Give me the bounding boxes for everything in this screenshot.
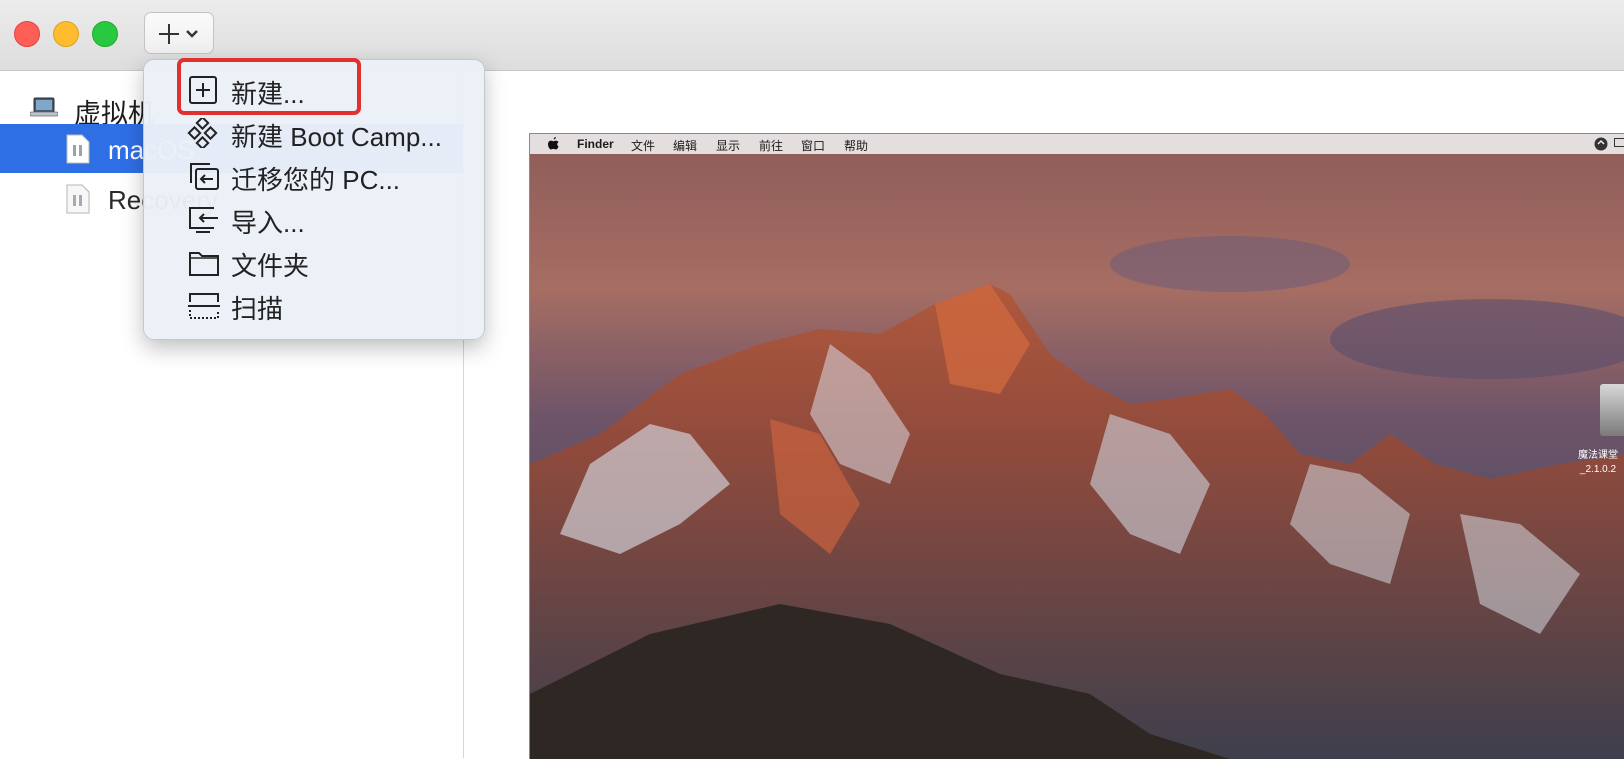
guest-menu-window[interactable]: 窗口 bbox=[801, 137, 825, 154]
desktop-file-label-line2: _2.1.0.2 bbox=[1578, 463, 1618, 477]
desktop-file-label: 魔法课堂 _2.1.0.2 bbox=[1578, 449, 1618, 477]
desktop-file-label-line1: 魔法课堂 bbox=[1578, 449, 1618, 463]
bootcamp-diamond-icon bbox=[187, 118, 221, 148]
menu-item-label: 扫描 bbox=[231, 289, 283, 326]
menu-item-import[interactable]: 导入... bbox=[144, 198, 486, 240]
laptop-icon bbox=[30, 97, 58, 117]
guest-menubar: Finder 文件 编辑 显示 前往 窗口 帮助 bbox=[530, 134, 1624, 154]
scan-icon bbox=[187, 290, 221, 320]
menu-item-new-bootcamp[interactable]: 新建 Boot Camp... bbox=[144, 112, 486, 154]
vm-preview-thumbnail[interactable]: Finder 文件 编辑 显示 前往 窗口 帮助 魔法课堂 _2.1.0.2 bbox=[529, 133, 1624, 759]
airplay-status-icon bbox=[1614, 138, 1624, 150]
sierra-wallpaper-image bbox=[530, 134, 1624, 759]
guest-menu-go[interactable]: 前往 bbox=[759, 137, 783, 154]
apple-logo-icon bbox=[548, 137, 559, 150]
minimize-window-button[interactable] bbox=[53, 21, 79, 47]
guest-menu-edit[interactable]: 编辑 bbox=[673, 137, 697, 154]
menu-item-label: 新建 Boot Camp... bbox=[231, 117, 442, 154]
menu-item-label: 迁移您的 PC... bbox=[231, 160, 400, 197]
add-dropdown-button[interactable] bbox=[144, 12, 214, 54]
plus-chevron-icon bbox=[159, 24, 203, 44]
menu-item-label: 文件夹 bbox=[231, 246, 309, 283]
guest-menu-view[interactable]: 显示 bbox=[716, 137, 740, 154]
guest-menu-help[interactable]: 帮助 bbox=[844, 137, 868, 154]
menu-item-scan[interactable]: 扫描 bbox=[144, 284, 486, 326]
desktop-file-icon[interactable] bbox=[1600, 384, 1624, 436]
guest-menu-file[interactable]: 文件 bbox=[631, 137, 655, 154]
menu-item-label: 导入... bbox=[231, 203, 305, 240]
zoom-window-button[interactable] bbox=[92, 21, 118, 47]
siri-status-icon bbox=[1594, 137, 1608, 151]
annotation-highlight-box bbox=[177, 58, 361, 115]
menu-item-folder[interactable]: 文件夹 bbox=[144, 241, 486, 283]
menu-item-migrate-pc[interactable]: 迁移您的 PC... bbox=[144, 155, 486, 197]
close-window-button[interactable] bbox=[14, 21, 40, 47]
import-icon bbox=[187, 204, 221, 234]
vm-paused-doc-icon bbox=[66, 134, 90, 164]
folder-icon bbox=[187, 247, 221, 277]
vm-paused-doc-icon bbox=[66, 184, 90, 214]
guest-menu-finder[interactable]: Finder bbox=[577, 137, 614, 151]
migrate-pc-icon bbox=[187, 161, 221, 191]
